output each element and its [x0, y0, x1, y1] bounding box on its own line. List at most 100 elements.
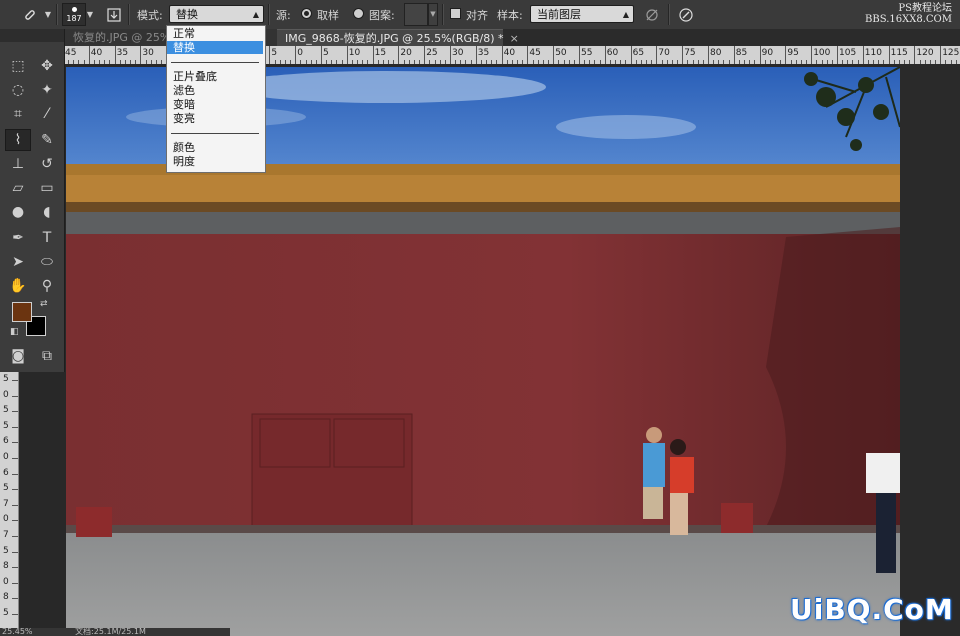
eyedropper-tool-icon[interactable]: ⁄: [34, 103, 60, 125]
ruler-label: 40: [90, 48, 103, 58]
pen-tool-icon[interactable]: ✒: [5, 227, 31, 249]
ruler-tick: [12, 426, 18, 428]
quick-mask-icon[interactable]: ◙: [5, 345, 31, 367]
mode-option[interactable]: 滤色: [167, 84, 263, 97]
sample-select-value: 当前图层: [537, 8, 581, 21]
ruler-tick: [862, 46, 864, 64]
ruler-tick: [811, 46, 813, 64]
mode-dropdown-list: 正常 替换正片叠底 滤色 变暗 变亮颜色 明度: [166, 25, 266, 173]
blur-tool-icon[interactable]: ●: [5, 201, 31, 223]
ruler-label: 65: [632, 48, 645, 58]
preset-dropdown-arrow-icon[interactable]: ▼: [38, 5, 58, 24]
ruler-tick: [501, 46, 503, 64]
ruler-label: 35: [116, 48, 129, 58]
wall-cornice: [66, 212, 900, 234]
mode-option[interactable]: 变亮: [167, 112, 263, 125]
source-pattern-label: 图案:: [369, 9, 395, 22]
ruler-tick: [114, 46, 116, 64]
ignore-adjustment-layers-icon[interactable]: [642, 5, 662, 24]
path-selection-tool-icon[interactable]: ➤: [5, 251, 31, 273]
pattern-picker-arrow-icon[interactable]: ▼: [428, 3, 438, 26]
brush-tool-icon[interactable]: ✎: [34, 129, 60, 151]
mode-option[interactable]: 正片叠底: [167, 70, 263, 83]
pressure-size-icon[interactable]: [676, 5, 696, 24]
sample-select[interactable]: 当前图层 ▲: [530, 5, 634, 23]
ruler-label: 35: [477, 48, 490, 58]
healing-brush-tool-preset-icon[interactable]: [20, 5, 40, 24]
roof-shadow: [66, 202, 900, 212]
swap-colors-icon[interactable]: ⇄: [40, 299, 48, 309]
screen-mode-icon[interactable]: ⧉: [34, 345, 60, 367]
mode-option[interactable]: 变暗: [167, 98, 263, 111]
zoom-tool-icon[interactable]: ⚲: [34, 275, 60, 297]
ruler-label: 6: [3, 467, 9, 478]
magic-wand-tool-icon[interactable]: ✦: [34, 79, 60, 101]
aligned-checkbox[interactable]: [450, 8, 461, 19]
ruler-tick: [656, 46, 658, 64]
roof-tiles: [66, 175, 900, 205]
ruler-label: 125: [942, 48, 960, 58]
mode-option[interactable]: 替换: [167, 41, 263, 54]
ruler-tick: [12, 504, 18, 506]
tab-document-2[interactable]: IMG_9868-恢复的.JPG @ 25.5%(RGB/8) * ×: [277, 29, 519, 46]
type-tool-icon[interactable]: T: [34, 227, 60, 249]
mode-option[interactable]: 正常: [167, 27, 263, 40]
dodge-tool-icon[interactable]: ◖: [34, 201, 60, 223]
ruler-label: 50: [555, 48, 567, 58]
brush-size-picker[interactable]: 187: [62, 3, 86, 26]
vertical-ruler: 5 0 5 5 6 0 6 5 7 0 7 5 8 0 8 5: [0, 372, 19, 636]
hand-tool-icon[interactable]: ✋: [5, 275, 31, 297]
crop-tool-icon[interactable]: ⌗: [5, 103, 31, 125]
close-icon[interactable]: ×: [510, 32, 519, 45]
ellipse-tool-icon[interactable]: ⬭: [34, 251, 60, 273]
gradient-tool-icon[interactable]: ▭: [34, 177, 60, 199]
bollard-left: [76, 507, 112, 537]
options-bar: ▼ 187 ▼ 模式: 替换 ▲ 源: 取样 图案: ▼ 对齐 样本: 当前图层…: [0, 0, 960, 30]
foreground-color-swatch[interactable]: [12, 302, 32, 322]
ruler-tick: [88, 46, 90, 64]
eraser-tool-icon[interactable]: ▱: [5, 177, 31, 199]
ruler-tick: [708, 46, 709, 64]
source-pattern-radio[interactable]: [353, 8, 364, 19]
pattern-swatch[interactable]: [404, 3, 428, 26]
ruler-tick: [527, 46, 529, 64]
ruler-tick: [140, 46, 142, 64]
ruler-label: 15: [374, 48, 387, 58]
mode-option[interactable]: 明度: [167, 155, 263, 168]
ruler-label: 80: [710, 48, 722, 58]
history-brush-tool-icon[interactable]: ↺: [34, 153, 60, 175]
ruler-tick: [346, 46, 348, 64]
ruler-label: 7: [3, 530, 9, 540]
clone-stamp-tool-icon[interactable]: ⊥: [5, 153, 31, 175]
ruler-label: 0: [3, 452, 9, 462]
move-tool-icon[interactable]: ✥: [34, 55, 60, 77]
healing-brush-tool-icon[interactable]: ⌇: [5, 129, 31, 151]
default-colors-icon[interactable]: ◧: [10, 327, 19, 337]
zoom-level[interactable]: 25.45%: [2, 628, 33, 636]
ruler-label: 30: [452, 48, 464, 58]
brush-picker-arrow-icon[interactable]: ▼: [84, 5, 96, 24]
forum-name: PS教程论坛: [898, 3, 952, 14]
ruler-tick: [424, 46, 426, 64]
ruler-label: 70: [658, 48, 670, 58]
lasso-tool-icon[interactable]: ◌: [5, 79, 31, 101]
ruler-label: 60: [606, 48, 619, 58]
ruler-tick: [450, 46, 451, 64]
clone-source-panel-icon[interactable]: [104, 5, 124, 24]
menu-divider: [171, 62, 259, 63]
marquee-tool-icon[interactable]: ⬚: [5, 55, 31, 77]
ruler-tick: [682, 46, 684, 64]
source-sampled-radio[interactable]: [301, 8, 312, 19]
tools-panel: ⬚ ✥ ◌ ✦ ⌗ ⁄ ⌇ ✎ ⊥ ↺ ▱ ▭ ● ◖ ✒ T ➤ ⬭ ✋ ⚲ …: [0, 29, 65, 372]
ruler-label: 95: [787, 48, 799, 58]
ruler-label: 55: [581, 48, 593, 58]
ruler-tick: [12, 411, 18, 413]
tools-panel-header[interactable]: [0, 29, 64, 42]
mode-select[interactable]: 替换 ▲: [169, 5, 264, 23]
ruler-label: 6: [3, 436, 9, 447]
mode-option[interactable]: 颜色: [167, 141, 263, 154]
wall-door: [251, 413, 413, 530]
ruler-tick: [12, 551, 18, 553]
ruler-tick: [12, 442, 18, 444]
ruler-tick: [295, 46, 297, 64]
